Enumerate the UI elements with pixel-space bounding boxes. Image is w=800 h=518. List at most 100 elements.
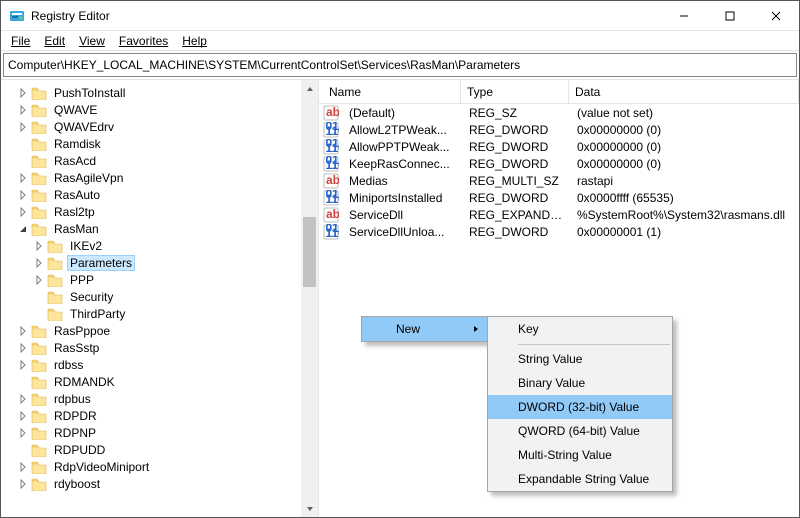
expand-icon[interactable] bbox=[17, 393, 29, 405]
column-type[interactable]: Type bbox=[461, 80, 569, 103]
scroll-down-icon[interactable] bbox=[301, 500, 318, 517]
ctx-item[interactable]: DWORD (32-bit) Value bbox=[488, 395, 672, 419]
expand-icon[interactable] bbox=[17, 461, 29, 473]
expand-icon[interactable] bbox=[33, 308, 45, 320]
expand-icon[interactable] bbox=[17, 155, 29, 167]
value-row[interactable]: 011110KeepRasConnec...REG_DWORD0x0000000… bbox=[319, 155, 799, 172]
expand-icon[interactable] bbox=[17, 223, 29, 235]
minimize-button[interactable] bbox=[661, 1, 707, 31]
address-bar[interactable]: Computer\HKEY_LOCAL_MACHINE\SYSTEM\Curre… bbox=[3, 53, 797, 77]
expand-icon[interactable] bbox=[17, 359, 29, 371]
ctx-item[interactable]: Key bbox=[488, 317, 672, 341]
expand-icon[interactable] bbox=[17, 342, 29, 354]
menu-edit[interactable]: Edit bbox=[38, 32, 71, 50]
folder-icon bbox=[31, 86, 47, 100]
value-row[interactable]: 011110AllowL2TPWeak...REG_DWORD0x0000000… bbox=[319, 121, 799, 138]
expand-icon[interactable] bbox=[17, 138, 29, 150]
expand-icon[interactable] bbox=[17, 189, 29, 201]
value-row[interactable]: abServiceDllREG_EXPAND_SZ%SystemRoot%\Sy… bbox=[319, 206, 799, 223]
context-submenu: Key String ValueBinary ValueDWORD (32-bit… bbox=[487, 316, 673, 492]
tree-item-ikev2[interactable]: IKEv2 bbox=[1, 237, 318, 254]
value-row[interactable]: abMediasREG_MULTI_SZrastapi bbox=[319, 172, 799, 189]
tree-scrollbar[interactable] bbox=[301, 80, 318, 517]
tree-label: rdyboost bbox=[51, 477, 103, 491]
scroll-thumb[interactable] bbox=[303, 217, 316, 287]
ctx-item[interactable]: Expandable String Value bbox=[488, 467, 672, 491]
tree-item-thirdparty[interactable]: ThirdParty bbox=[1, 305, 318, 322]
tree-label: QWAVE bbox=[51, 103, 100, 117]
close-button[interactable] bbox=[753, 1, 799, 31]
tree-item-rdpudd[interactable]: RDPUDD bbox=[1, 441, 318, 458]
tree-item-rdyboost[interactable]: rdyboost bbox=[1, 475, 318, 492]
ctx-new[interactable]: New bbox=[362, 317, 488, 341]
expand-icon[interactable] bbox=[17, 410, 29, 422]
scroll-up-icon[interactable] bbox=[301, 80, 318, 97]
expand-icon[interactable] bbox=[17, 206, 29, 218]
titlebar[interactable]: Registry Editor bbox=[1, 1, 799, 31]
value-data: 0x0000ffff (65535) bbox=[571, 191, 799, 205]
value-row[interactable]: 011110MiniportsInstalledREG_DWORD0x0000f… bbox=[319, 189, 799, 206]
column-name[interactable]: Name bbox=[319, 80, 461, 103]
value-type: REG_SZ bbox=[463, 106, 571, 120]
expand-icon[interactable] bbox=[17, 478, 29, 490]
svg-text:ab: ab bbox=[326, 207, 339, 221]
expand-icon[interactable] bbox=[17, 427, 29, 439]
expand-icon[interactable] bbox=[17, 444, 29, 456]
folder-icon bbox=[31, 222, 47, 236]
ctx-item[interactable]: String Value bbox=[488, 347, 672, 371]
menu-help[interactable]: Help bbox=[176, 32, 213, 50]
expand-icon[interactable] bbox=[33, 274, 45, 286]
tree-item-rasauto[interactable]: RasAuto bbox=[1, 186, 318, 203]
expand-icon[interactable] bbox=[33, 291, 45, 303]
tree-item-qwave[interactable]: QWAVE bbox=[1, 101, 318, 118]
menu-file[interactable]: File bbox=[5, 32, 36, 50]
tree-item-rasl2tp[interactable]: Rasl2tp bbox=[1, 203, 318, 220]
menu-view[interactable]: View bbox=[73, 32, 111, 50]
expand-icon[interactable] bbox=[17, 325, 29, 337]
tree-item-rasagilevpn[interactable]: RasAgileVpn bbox=[1, 169, 318, 186]
tree-item-rdpdr[interactable]: RDPDR bbox=[1, 407, 318, 424]
tree-item-rdpnp[interactable]: RDPNP bbox=[1, 424, 318, 441]
value-row[interactable]: ab(Default)REG_SZ(value not set) bbox=[319, 104, 799, 121]
value-data: 0x00000000 (0) bbox=[571, 140, 799, 154]
tree-label: RasAuto bbox=[51, 188, 103, 202]
tree-pane[interactable]: PushToInstall QWAVEQWAVEdrvRamdiskRasAcd R… bbox=[1, 80, 319, 517]
ctx-item[interactable]: Binary Value bbox=[488, 371, 672, 395]
maximize-button[interactable] bbox=[707, 1, 753, 31]
list-pane[interactable]: Name Type Data ab(Default)REG_SZ(value n… bbox=[319, 80, 799, 517]
tree-item-security[interactable]: Security bbox=[1, 288, 318, 305]
expand-icon[interactable] bbox=[33, 257, 45, 269]
value-row[interactable]: 011110AllowPPTPWeak...REG_DWORD0x0000000… bbox=[319, 138, 799, 155]
tree-item-rdmandk[interactable]: RDMANDK bbox=[1, 373, 318, 390]
tree-item-parameters[interactable]: Parameters bbox=[1, 254, 318, 271]
tree-item-ramdisk[interactable]: Ramdisk bbox=[1, 135, 318, 152]
value-type: REG_DWORD bbox=[463, 191, 571, 205]
column-data[interactable]: Data bbox=[569, 80, 799, 103]
tree-item-rassstp[interactable]: RasSstp bbox=[1, 339, 318, 356]
folder-icon bbox=[31, 137, 47, 151]
folder-icon bbox=[47, 290, 63, 304]
expand-icon[interactable] bbox=[17, 376, 29, 388]
tree-label: RasAgileVpn bbox=[51, 171, 126, 185]
value-row[interactable]: 011110ServiceDllUnloa...REG_DWORD0x00000… bbox=[319, 223, 799, 240]
ctx-item[interactable]: Multi-String Value bbox=[488, 443, 672, 467]
expand-icon[interactable] bbox=[17, 172, 29, 184]
tree-item-rasman[interactable]: RasMan bbox=[1, 220, 318, 237]
tree-item-rdbss[interactable]: rdbss bbox=[1, 356, 318, 373]
folder-icon bbox=[31, 154, 47, 168]
expand-icon[interactable] bbox=[17, 121, 29, 133]
folder-icon bbox=[47, 307, 63, 321]
expand-icon[interactable] bbox=[33, 240, 45, 252]
ctx-item[interactable]: QWORD (64-bit) Value bbox=[488, 419, 672, 443]
tree-item-rasacd[interactable]: RasAcd bbox=[1, 152, 318, 169]
expand-icon[interactable] bbox=[17, 87, 29, 99]
tree-item-rdpbus[interactable]: rdpbus bbox=[1, 390, 318, 407]
menu-favorites[interactable]: Favorites bbox=[113, 32, 174, 50]
tree-item-raspppoe[interactable]: RasPppoe bbox=[1, 322, 318, 339]
tree-item-pushtoinstall[interactable]: PushToInstall bbox=[1, 84, 318, 101]
tree-item-qwavedrv[interactable]: QWAVEdrv bbox=[1, 118, 318, 135]
value-name: ServiceDllUnloa... bbox=[343, 225, 463, 239]
expand-icon[interactable] bbox=[17, 104, 29, 116]
tree-item-ppp[interactable]: PPP bbox=[1, 271, 318, 288]
tree-item-rdpvideominiport[interactable]: RdpVideoMiniport bbox=[1, 458, 318, 475]
